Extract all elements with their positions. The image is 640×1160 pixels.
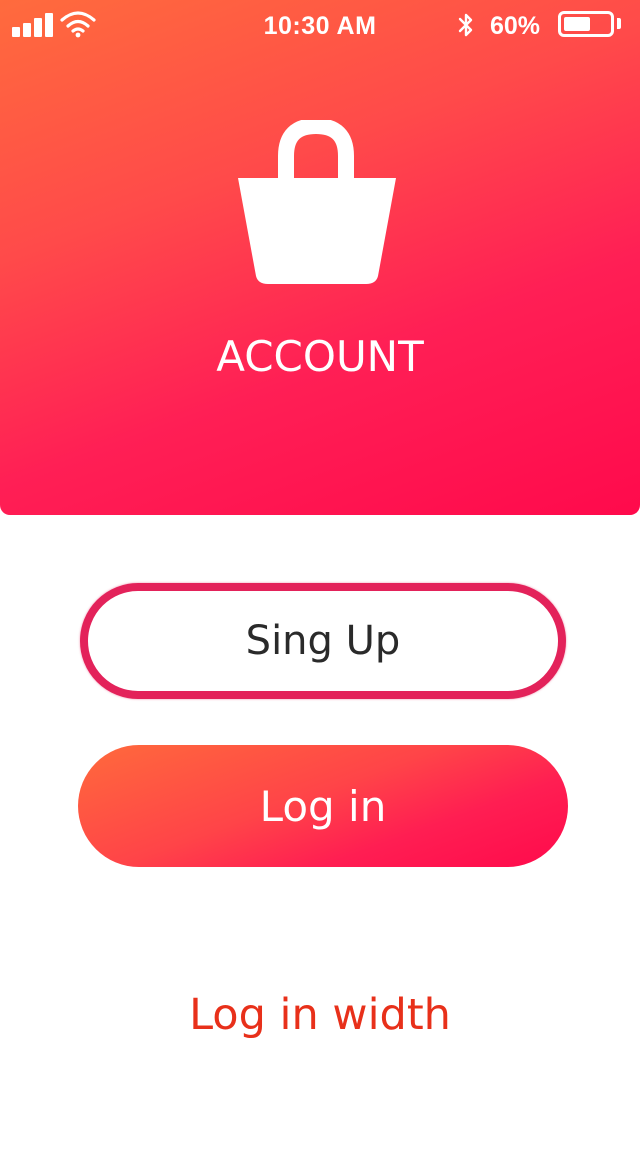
battery-level-fill [564, 17, 590, 31]
status-time: 10:30 AM [263, 12, 377, 40]
battery-percent: 60% [490, 12, 541, 40]
shopping-bag-icon [238, 120, 396, 284]
bluetooth-icon [458, 13, 473, 37]
log-in-label: Log in [259, 781, 387, 831]
log-in-button[interactable]: Log in [78, 745, 568, 867]
log-in-with-link[interactable]: Log in width [0, 990, 640, 1040]
account-title: ACCOUNT [216, 332, 424, 381]
battery-icon [558, 11, 614, 37]
sign-up-button[interactable]: Sing Up [80, 583, 566, 699]
battery-nub [617, 18, 621, 29]
status-bar: 10:30 AM 60% [0, 0, 640, 52]
sign-up-label: Sing Up [245, 618, 401, 664]
account-screen: 10:30 AM 60% ACCOUNT Sing Up Log in Log … [0, 0, 640, 1160]
